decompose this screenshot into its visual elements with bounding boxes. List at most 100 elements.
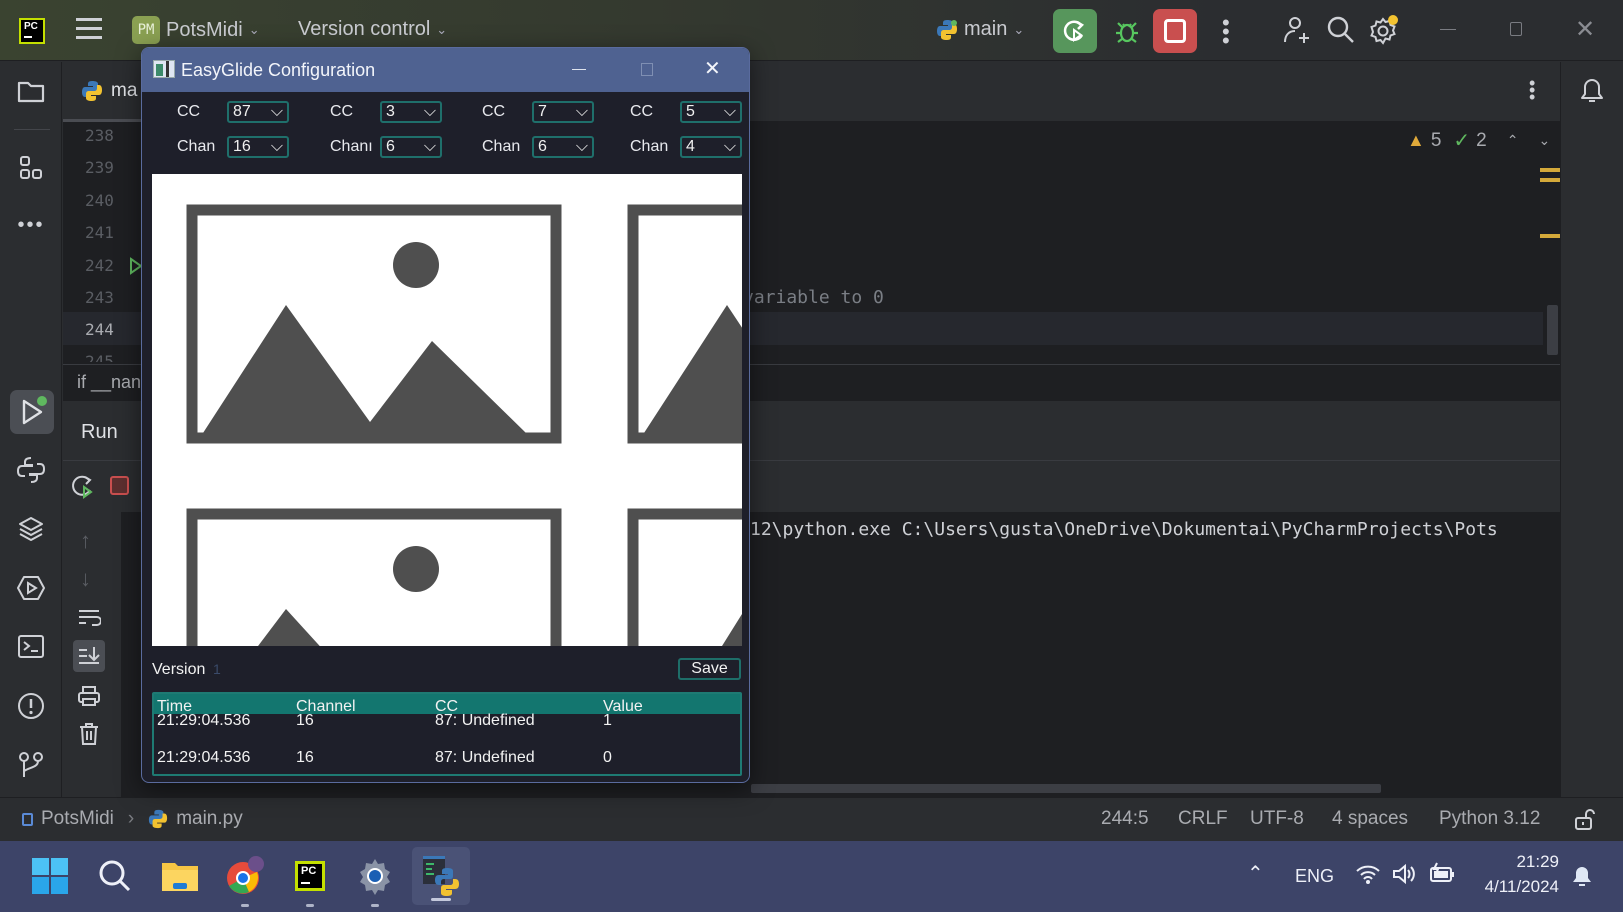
scroll-to-end-button[interactable] — [73, 640, 105, 672]
chan-select-4[interactable]: 4 ⌵ — [680, 136, 742, 158]
breadcrumb-separator-icon: › — [127, 808, 135, 829]
taskbar-file-explorer[interactable] — [157, 853, 203, 899]
cc-label: CC — [482, 103, 506, 120]
volume-icon[interactable] — [1391, 863, 1417, 890]
debug-button[interactable] — [1112, 16, 1142, 46]
project-selector[interactable]: PM PotsMidi ⌄ — [132, 16, 260, 44]
chevron-down-icon: ⌵ — [270, 103, 283, 120]
table-row[interactable]: 21:29:04.536 16 87: Undefined 0 — [154, 749, 740, 769]
cc-label: CC — [330, 103, 354, 120]
arrow-down-icon[interactable]: ↓ — [80, 566, 91, 592]
taskbar-pycharm[interactable]: PC — [287, 853, 333, 907]
previous-highlight-icon[interactable]: ⌃ — [1507, 132, 1519, 149]
rerun-icon[interactable] — [71, 474, 97, 505]
console-side-toolbar: ↑ ↓ — [63, 512, 121, 797]
chan-select-2[interactable]: 6 ⌵ — [380, 136, 442, 158]
chan-select-1[interactable]: 16 ⌵ — [227, 136, 289, 158]
add-user-button[interactable] — [1282, 15, 1312, 50]
navigation-breadcrumb: PotsMidi › main.py — [22, 808, 243, 830]
problems-tool-button[interactable] — [16, 691, 46, 721]
run-tool-button[interactable] — [10, 390, 54, 434]
start-button[interactable] — [27, 853, 73, 899]
windows-taskbar: PC ⌃ ENG 21:29 4/11/2024 — [0, 841, 1623, 912]
line-separator[interactable]: CRLF — [1178, 808, 1228, 830]
cc-select-4[interactable]: 5 ⌵ — [680, 101, 742, 123]
tab-options-icon[interactable]: • • • — [1529, 74, 1535, 106]
line-number: 245 — [85, 352, 114, 362]
notifications-icon[interactable] — [1578, 75, 1606, 110]
tab-main-py[interactable]: ma — [81, 80, 137, 102]
folder-icon — [162, 863, 198, 891]
error-stripe-mark[interactable] — [1540, 234, 1560, 238]
cc-select-1[interactable]: 87 ⌵ — [227, 101, 289, 123]
git-tool-button[interactable] — [16, 750, 46, 780]
settings-button[interactable] — [1368, 14, 1400, 51]
next-highlight-icon[interactable]: ⌄ — [1538, 132, 1550, 149]
terminal-tool-button[interactable] — [16, 632, 46, 662]
image-placeholder-icon — [186, 508, 562, 646]
rerun-button[interactable] — [1053, 9, 1097, 53]
dialog-minimize-icon[interactable] — [572, 69, 586, 70]
taskbar-search[interactable] — [92, 853, 138, 899]
midi-log-table[interactable]: Time Channel CC Value 21:29:04.536 16 87… — [152, 692, 742, 776]
search-button[interactable] — [1326, 15, 1356, 50]
save-button[interactable]: Save — [678, 658, 741, 680]
line-number: 239 — [85, 158, 114, 177]
more-tools-icon[interactable]: ••• — [16, 210, 46, 240]
rerun-icon — [1063, 20, 1085, 42]
restore-icon[interactable] — [1510, 22, 1522, 36]
breadcrumb-file[interactable]: main.py — [176, 808, 243, 830]
error-stripe-mark[interactable] — [1540, 168, 1560, 172]
packages-tool-button[interactable] — [16, 514, 46, 544]
dialog-maximize-icon[interactable] — [641, 63, 653, 76]
clock-date[interactable]: 4/11/2024 — [1476, 877, 1559, 897]
minimize-icon[interactable] — [1440, 29, 1456, 30]
clock-time[interactable]: 21:29 — [1514, 852, 1559, 872]
taskbar-python-app-active[interactable] — [412, 847, 470, 905]
notification-bell-icon[interactable] — [1570, 863, 1594, 894]
close-window-icon[interactable]: ✕ — [1575, 15, 1595, 44]
python-console-tool-button[interactable] — [16, 455, 46, 485]
cell-time: 21:29:04.536 — [157, 749, 251, 766]
project-tool-button[interactable] — [16, 76, 46, 106]
run-icon — [22, 396, 47, 425]
file-encoding[interactable]: UTF-8 — [1250, 808, 1304, 830]
trash-icon[interactable] — [78, 722, 100, 751]
show-hidden-icons-chevron-up-icon[interactable]: ⌃ — [1247, 861, 1264, 886]
soft-wrap-icon[interactable] — [77, 607, 102, 634]
version-control-menu[interactable]: Version control ⌄ — [298, 18, 447, 41]
print-icon[interactable] — [77, 685, 101, 712]
unlock-icon[interactable] — [1573, 807, 1595, 837]
python-interpreter[interactable]: Python 3.12 — [1439, 808, 1540, 830]
indent-setting[interactable]: 4 spaces — [1332, 808, 1408, 830]
stop-button[interactable] — [1153, 9, 1197, 53]
error-stripe-mark[interactable] — [1540, 178, 1560, 182]
main-menu-icon[interactable] — [76, 18, 102, 42]
wifi-icon[interactable] — [1355, 863, 1381, 890]
cc-select-2[interactable]: 3 ⌵ — [380, 101, 442, 123]
more-actions-icon[interactable]: • • • — [1222, 12, 1230, 52]
input-language[interactable]: ENG — [1295, 866, 1334, 887]
breadcrumb-project[interactable]: PotsMidi — [41, 808, 114, 830]
structure-tool-button[interactable] — [16, 153, 46, 183]
taskbar-settings[interactable] — [352, 853, 398, 907]
console-horizontal-scrollbar[interactable] — [751, 784, 1381, 793]
pycharm-logo-icon: PC — [19, 18, 45, 44]
stop-icon[interactable] — [110, 476, 129, 495]
run-config-selector[interactable]: main ⌄ — [936, 18, 1024, 41]
dialog-close-icon[interactable]: ✕ — [704, 56, 721, 81]
services-tool-button[interactable] — [16, 573, 46, 603]
cc-select-3[interactable]: 7 ⌵ — [532, 101, 594, 123]
line-number-current: 244 — [85, 320, 114, 339]
table-header: Time Channel CC Value — [154, 694, 740, 715]
editor-scrollbar[interactable] — [1547, 305, 1558, 355]
caret-position[interactable]: 244:5 — [1101, 808, 1149, 830]
chan-group-4: Chan 4 ⌵ — [630, 136, 742, 158]
table-row[interactable]: 21:29:04.536 16 87: Undefined 1 — [154, 712, 740, 732]
chan-select-3[interactable]: 6 ⌵ — [532, 136, 594, 158]
dialog-title-bar[interactable]: EasyGlide Configuration ✕ — [142, 48, 749, 92]
taskbar-chrome[interactable] — [222, 853, 268, 907]
inspection-widget[interactable]: ▲ 5 ✓ 2 ⌃ ⌄ — [1407, 128, 1550, 153]
arrow-up-icon[interactable]: ↑ — [80, 528, 91, 554]
battery-charging-icon[interactable] — [1428, 861, 1456, 890]
